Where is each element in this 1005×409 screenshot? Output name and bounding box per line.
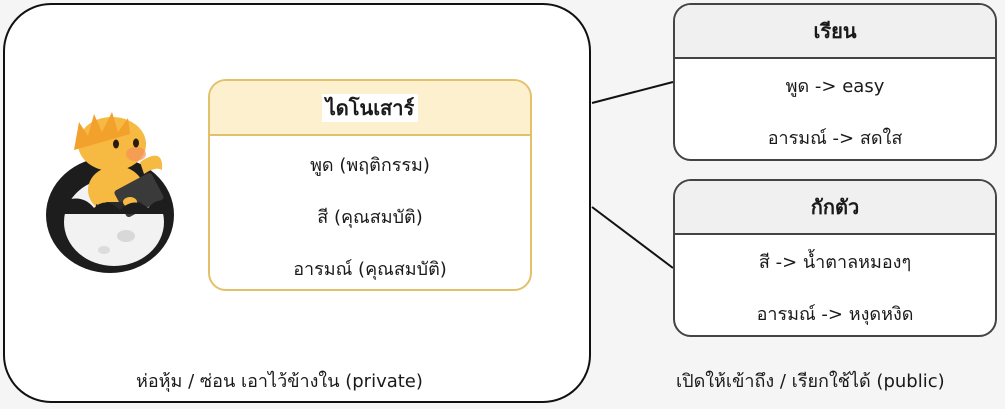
class-member-color: สี (คุณสมบัติ) bbox=[317, 206, 423, 228]
dinosaur-class-title: ไดโนเสาร์ bbox=[321, 93, 419, 122]
study-row-speak: พูด -> easy bbox=[785, 75, 885, 97]
dinosaur-mascot-icon bbox=[46, 112, 174, 273]
public-caption: เปิดให้เข้าถึง / เรียกใช้ได้ (public) bbox=[676, 371, 945, 392]
quarantine-row-mood: อารมณ์ -> หงุดหงิด bbox=[756, 303, 914, 325]
quarantine-box: กักตัว สี -> น้ำตาลหมองๆ อารมณ์ -> หงุดห… bbox=[673, 179, 997, 337]
private-caption: ห่อหุ้ม / ซ่อน เอาไว้ข้างใน (private) bbox=[136, 371, 423, 392]
class-member-speak: พูด (พฤติกรรม) bbox=[310, 154, 430, 176]
class-member-mood: อารมณ์ (คุณสมบัติ) bbox=[293, 258, 447, 280]
quarantine-row-color: สี -> น้ำตาลหมองๆ bbox=[758, 251, 912, 273]
dinosaur-class-box: ไดโนเสาร์ พูด (พฤติกรรม) สี (คุณสมบัติ) … bbox=[208, 79, 532, 291]
dinosaur-class-header: ไดโนเสาร์ bbox=[210, 81, 530, 136]
quarantine-box-header: กักตัว bbox=[675, 181, 995, 235]
connector-to-quarantine bbox=[591, 206, 674, 269]
study-box-header: เรียน bbox=[675, 5, 995, 59]
connector-to-study bbox=[591, 81, 674, 104]
study-row-mood: อารมณ์ -> สดใส bbox=[767, 127, 903, 149]
study-box: เรียน พูด -> easy อารมณ์ -> สดใส bbox=[673, 3, 997, 161]
